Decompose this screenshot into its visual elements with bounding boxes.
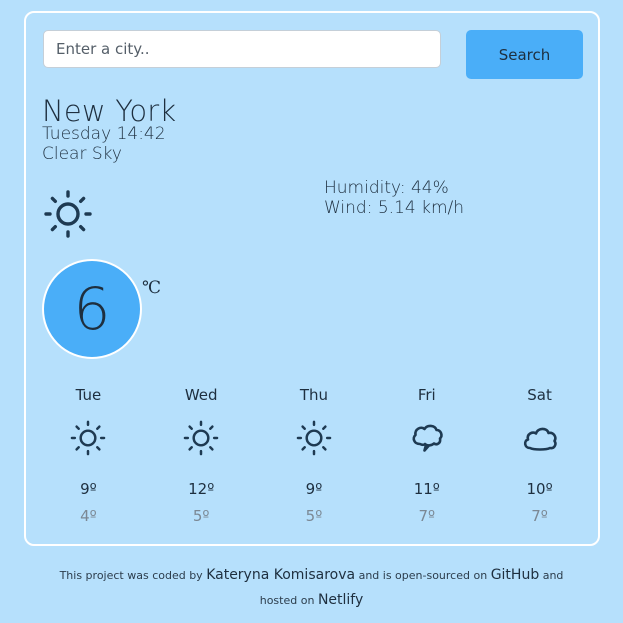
- current-datetime: Tuesday 14:42: [42, 124, 166, 144]
- forecast-min-temp: 5º: [305, 507, 323, 525]
- author-link[interactable]: Kateryna Komisarova: [206, 567, 355, 583]
- forecast-day: Wed 12º 5º: [145, 386, 258, 536]
- city-name: New York: [42, 94, 177, 128]
- humidity-value: Humidity: 44%: [324, 178, 449, 198]
- netlify-link[interactable]: Netlify: [318, 592, 363, 608]
- weather-description: Clear Sky: [42, 144, 122, 164]
- search-button[interactable]: Search: [466, 30, 583, 79]
- temperature-value: 6: [73, 275, 111, 343]
- forecast-day-name: Thu: [299, 386, 329, 404]
- forecast-day-name: Wed: [184, 386, 218, 404]
- footer-text: This project was coded by: [59, 569, 207, 582]
- footer-line-1: This project was coded by Kateryna Komis…: [0, 563, 623, 588]
- cloud-icon: [523, 427, 557, 451]
- forecast-day-name: Fri: [417, 386, 436, 404]
- footer-text: and: [539, 569, 564, 582]
- forecast-day: Thu 9º 5º: [258, 386, 371, 536]
- footer-line-2: hosted on Netlify: [0, 588, 623, 613]
- forecast-day: Sat 10º 7º: [483, 386, 596, 536]
- footer-text: and is open-sourced on: [355, 569, 491, 582]
- sun-icon: [44, 190, 92, 238]
- forecast-day: Tue 9º 4º: [32, 386, 145, 536]
- weather-card: Search New York Tuesday 14:42 Clear Sky …: [24, 11, 600, 546]
- forecast-max-temp: 10º: [526, 480, 553, 498]
- cloud-icon: [412, 424, 443, 452]
- forecast-day-name: Tue: [75, 386, 102, 404]
- footer: This project was coded by Kateryna Komis…: [0, 563, 623, 613]
- wind-value: Wind: 5.14 km/h: [324, 198, 465, 218]
- forecast-max-temp: 11º: [413, 480, 440, 498]
- city-search-input[interactable]: [43, 30, 441, 68]
- temperature-badge: 6: [42, 259, 142, 359]
- forecast-day-name: Sat: [527, 386, 552, 404]
- forecast-min-temp: 5º: [192, 507, 210, 525]
- forecast-max-temp: 9º: [305, 480, 323, 498]
- forecast-min-temp: 7º: [418, 507, 436, 525]
- github-link[interactable]: GitHub: [491, 567, 540, 583]
- footer-text: hosted on: [259, 594, 318, 607]
- forecast-max-temp: 9º: [80, 480, 97, 498]
- forecast-list: Tue 9º 4º Wed 12º 5º Thu 9º 5º Fri 11º 7…: [32, 386, 596, 536]
- sun-icon: [296, 420, 332, 456]
- sun-icon: [71, 420, 106, 456]
- forecast-max-temp: 12º: [188, 480, 215, 498]
- forecast-min-temp: 7º: [531, 507, 548, 525]
- forecast-min-temp: 4º: [80, 507, 97, 525]
- forecast-day: Fri 11º 7º: [370, 386, 483, 536]
- celsius-unit-toggle[interactable]: ℃: [142, 278, 161, 298]
- sun-icon: [183, 420, 219, 456]
